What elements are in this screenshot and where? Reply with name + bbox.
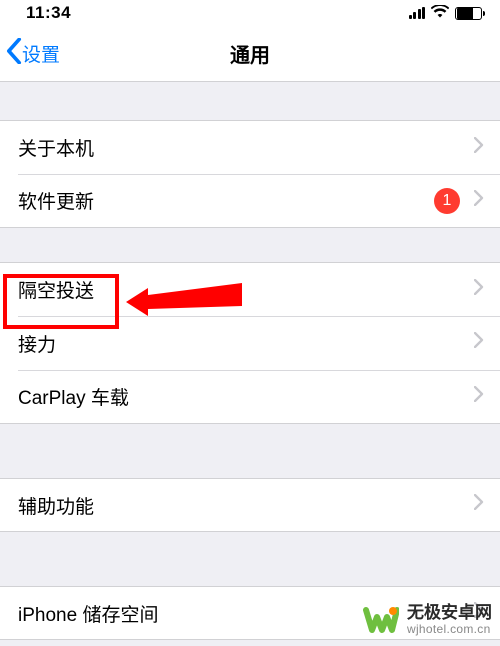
battery-icon [455,7,482,20]
row-label: 接力 [18,330,474,357]
row-airdrop[interactable]: 隔空投送 [0,262,500,316]
watermark-text: 无极安卓网 wjhotel.com.cn [407,603,492,636]
chevron-right-icon [474,279,484,301]
row-carplay[interactable]: CarPlay 车载 [0,370,500,424]
back-label: 设置 [22,40,60,67]
update-badge: 1 [434,188,460,214]
row-accessibility[interactable]: 辅助功能 [0,478,500,532]
group-accessibility: 辅助功能 [0,478,500,532]
status-indicators [409,3,483,23]
wifi-icon [431,3,449,23]
watermark: 无极安卓网 wjhotel.com.cn [363,602,492,638]
row-software-update[interactable]: 软件更新 1 [0,174,500,228]
page-title: 通用 [230,39,270,68]
row-label: 关于本机 [18,134,474,161]
watermark-url: wjhotel.com.cn [407,623,492,637]
row-handoff[interactable]: 接力 [0,316,500,370]
group-continuity: 隔空投送 接力 CarPlay 车载 [0,262,500,424]
watermark-logo-icon [363,602,399,638]
row-label: CarPlay 车载 [18,383,474,410]
chevron-right-icon [474,386,484,408]
row-label: 软件更新 [18,187,434,214]
chevron-right-icon [474,332,484,354]
watermark-title: 无极安卓网 [407,603,492,623]
cellular-signal-icon [409,7,426,19]
chevron-right-icon [474,137,484,159]
chevron-left-icon [6,38,22,70]
row-about[interactable]: 关于本机 [0,120,500,174]
row-label: 辅助功能 [18,492,474,519]
nav-bar: 设置 通用 [0,26,500,82]
status-bar: 11:34 [0,0,500,26]
group-device: 关于本机 软件更新 1 [0,120,500,228]
status-time: 11:34 [26,3,71,23]
row-label: 隔空投送 [18,276,474,303]
back-button[interactable]: 设置 [6,26,60,81]
chevron-right-icon [474,494,484,516]
chevron-right-icon [474,190,484,212]
